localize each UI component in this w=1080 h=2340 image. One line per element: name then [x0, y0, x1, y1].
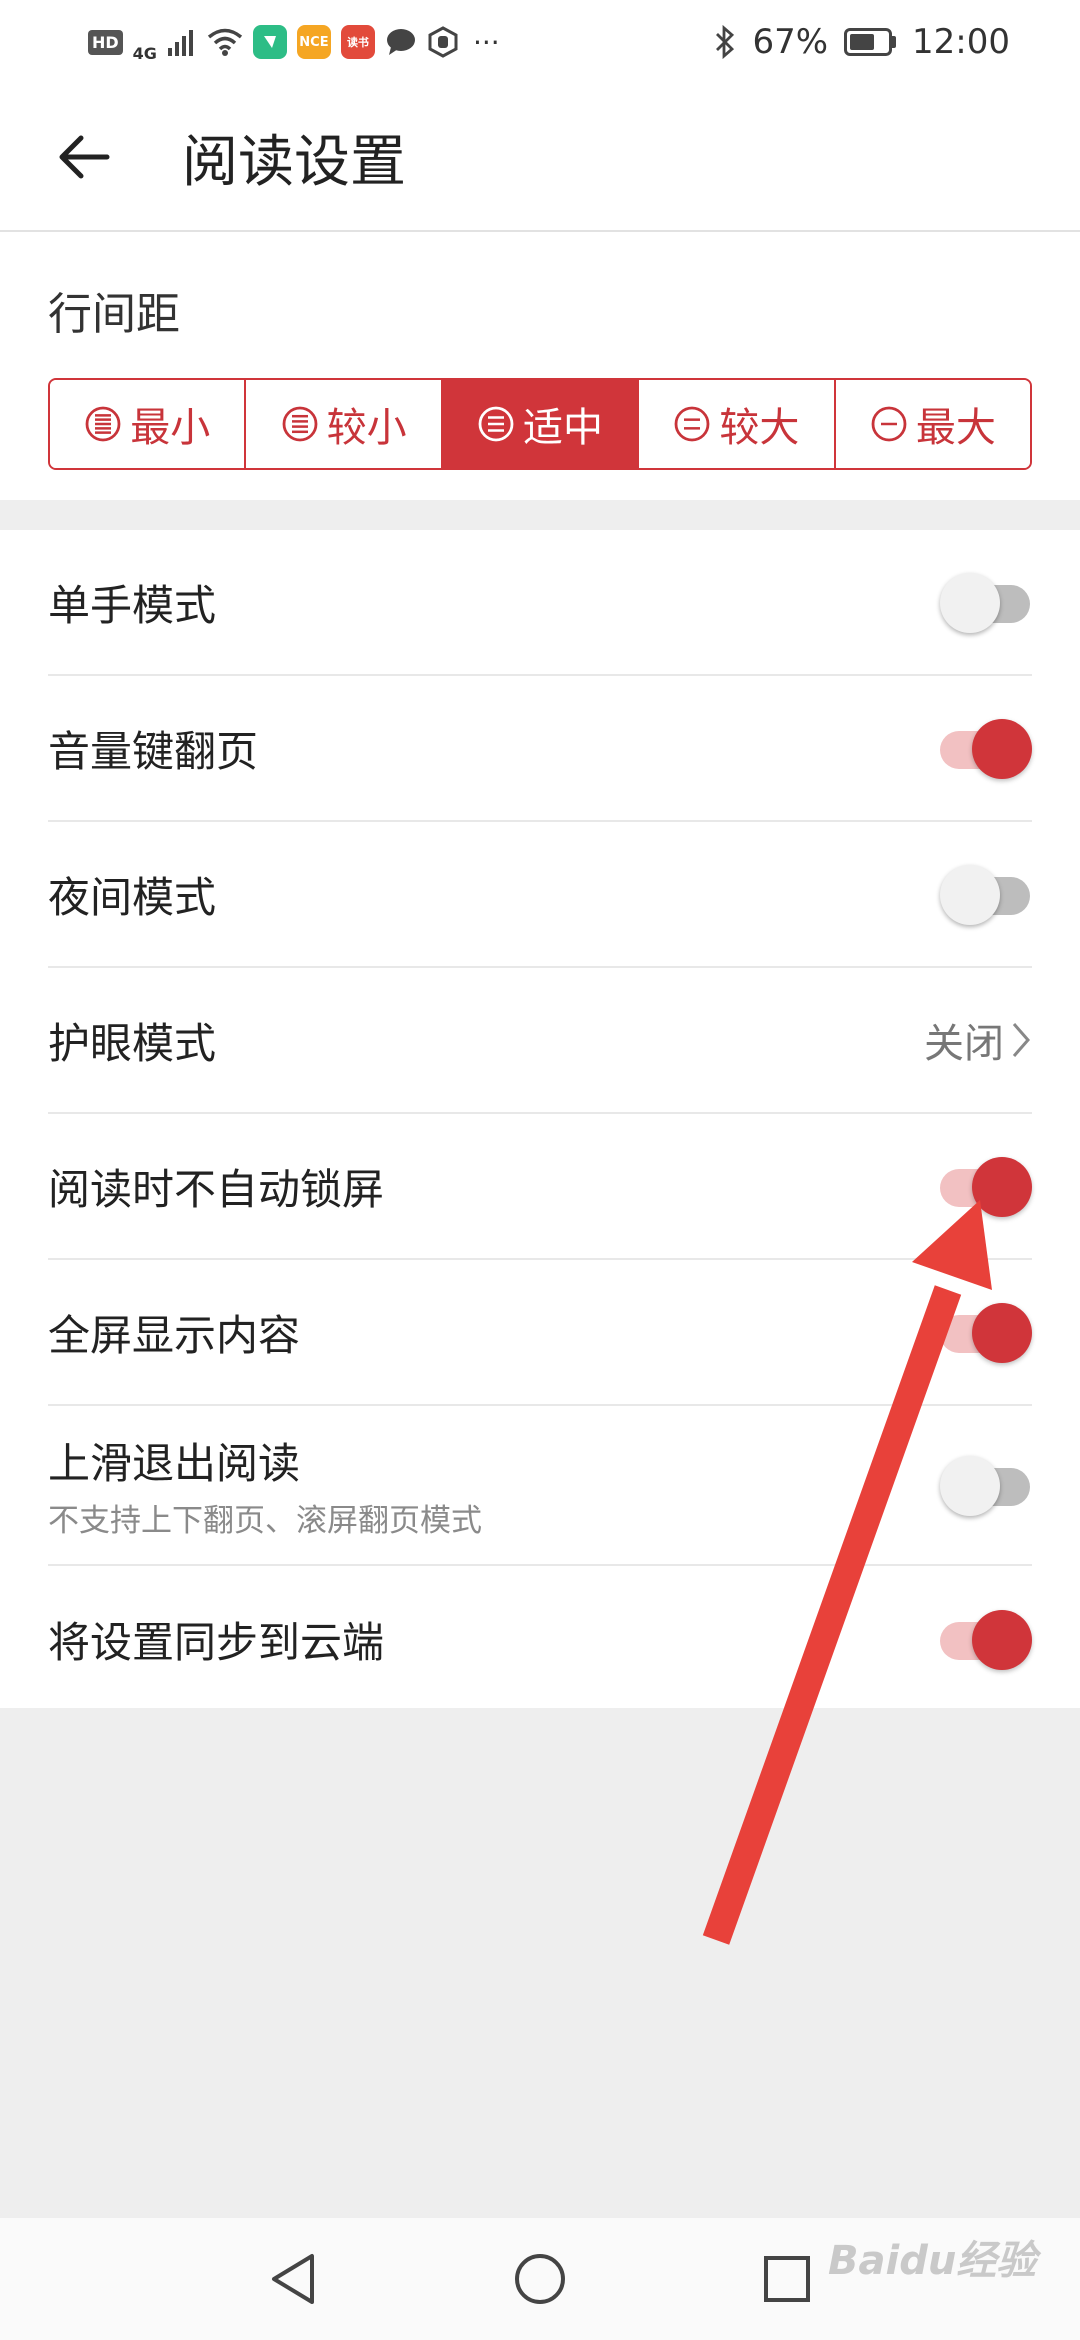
more-notifications: ···	[472, 25, 500, 59]
toggle-knob	[972, 1303, 1032, 1363]
settings-row-text: 单手模式	[48, 572, 932, 633]
toggle-switch[interactable]	[932, 859, 1032, 929]
chevron-right-icon	[1010, 1020, 1032, 1060]
settings-row-label: 护眼模式	[48, 1018, 217, 1068]
settings-row-sublabel: 不支持上下翻页、滚屏翻页模式	[48, 1503, 482, 1539]
app-icon-green	[252, 25, 287, 59]
line-spacing-option-label: 较大	[719, 405, 800, 451]
settings-row: 阅读时不自动锁屏	[48, 1114, 1032, 1260]
settings-row-label: 音量键翻页	[48, 726, 259, 776]
settings-row: 音量键翻页	[48, 676, 1032, 822]
settings-row-label: 单手模式	[48, 580, 217, 630]
toggle-switch[interactable]	[932, 1151, 1032, 1221]
settings-row-text: 阅读时不自动锁屏	[48, 1156, 932, 1217]
settings-row-label: 将设置同步到云端	[48, 1617, 385, 1667]
square-recents-icon	[763, 2256, 810, 2302]
settings-row: 将设置同步到云端	[48, 1566, 1032, 1712]
settings-row-text: 将设置同步到云端	[48, 1609, 932, 1670]
reading-app-icon: 读书	[340, 25, 375, 59]
line-spacing-icon	[675, 406, 710, 442]
line-spacing-section: 行间距 最小 较小 适中 较大 最大	[0, 232, 1080, 500]
settings-row: 单手模式	[48, 530, 1032, 676]
settings-list: 单手模式音量键翻页夜间模式护眼模式 关闭阅读时不自动锁屏 全屏显示内容 上滑退出阅读不…	[0, 530, 1080, 1708]
line-spacing-option-label: 最小	[130, 405, 211, 451]
toggle-knob	[940, 1456, 1000, 1516]
toggle-switch[interactable]	[932, 1297, 1032, 1367]
toggle-knob	[972, 1610, 1032, 1670]
network-type: 4G	[132, 43, 157, 63]
status-right: 67% 12:00	[714, 22, 1010, 62]
line-spacing-label: 行间距	[48, 289, 180, 340]
settings-row-label: 上滑退出阅读	[48, 1439, 301, 1488]
status-left: HD 4G NCE 读书 ···	[88, 22, 714, 63]
watermark: Baidu经验	[828, 2238, 1037, 2284]
toggle-knob	[972, 719, 1032, 779]
clock: 12:00	[912, 22, 1010, 62]
toggle-knob	[940, 865, 1000, 925]
settings-row-label: 夜间模式	[48, 872, 217, 922]
settings-row-text: 全屏显示内容	[48, 1302, 932, 1363]
line-spacing-icon	[282, 406, 318, 442]
line-spacing-option-label: 较小	[326, 405, 407, 451]
settings-row: 上滑退出阅读不支持上下翻页、滚屏翻页模式	[48, 1406, 1032, 1566]
settings-row-text: 夜间模式	[48, 864, 932, 925]
settings-row-label: 全屏显示内容	[48, 1310, 301, 1360]
signal-icon	[167, 30, 193, 56]
line-spacing-option-label: 最大	[915, 405, 996, 451]
toggle-switch[interactable]	[932, 1604, 1032, 1674]
line-spacing-icon	[871, 406, 907, 442]
line-spacing-option[interactable]: 适中	[442, 380, 640, 468]
hand-icon	[428, 26, 458, 58]
line-spacing-option[interactable]: 最小	[50, 380, 247, 468]
triangle-back-icon	[272, 2254, 315, 2304]
line-spacing-option[interactable]: 较大	[639, 380, 836, 468]
settings-row-text: 护眼模式	[48, 1010, 924, 1071]
toggle-knob	[972, 1157, 1032, 1217]
page-title: 阅读设置	[182, 129, 406, 195]
hd-badge: HD	[88, 29, 123, 55]
status-bar: HD 4G NCE 读书 ··· 67% 12:00	[0, 0, 1080, 84]
circle-home-icon	[514, 2254, 565, 2304]
line-spacing-option-label: 适中	[523, 405, 604, 451]
nav-back-button[interactable]	[248, 2234, 338, 2324]
toggle-knob	[940, 573, 1000, 633]
settings-row: 夜间模式	[48, 822, 1032, 968]
settings-row-value: 关闭	[924, 1021, 1004, 1067]
bluetooth-icon	[716, 25, 735, 59]
back-button[interactable]	[34, 107, 134, 207]
line-spacing-selector: 最小 较小 适中 较大 最大	[48, 378, 1032, 470]
battery-percent: 67%	[752, 22, 829, 62]
toggle-switch[interactable]	[932, 1450, 1032, 1520]
line-spacing-option[interactable]: 较小	[246, 380, 443, 468]
back-arrow-icon	[59, 135, 110, 179]
wifi-icon	[207, 28, 243, 56]
app-header: 阅读设置	[0, 84, 1080, 232]
settings-row: 全屏显示内容	[48, 1260, 1032, 1406]
line-spacing-icon	[85, 406, 121, 442]
toggle-switch[interactable]	[932, 567, 1032, 637]
battery-icon	[844, 28, 897, 56]
nav-home-button[interactable]	[495, 2234, 585, 2324]
settings-row-label: 阅读时不自动锁屏	[48, 1164, 385, 1214]
line-spacing-option[interactable]: 最大	[835, 380, 1030, 468]
toggle-switch[interactable]	[932, 713, 1032, 783]
nav-recents-button[interactable]	[742, 2234, 832, 2324]
nce-app-icon: NCE	[296, 25, 331, 59]
line-spacing-icon	[478, 406, 514, 442]
settings-row-text: 上滑退出阅读不支持上下翻页、滚屏翻页模式	[48, 1430, 932, 1540]
settings-row-text: 音量键翻页	[48, 718, 932, 779]
message-icon	[386, 29, 415, 55]
settings-row[interactable]: 护眼模式 关闭	[48, 968, 1032, 1114]
